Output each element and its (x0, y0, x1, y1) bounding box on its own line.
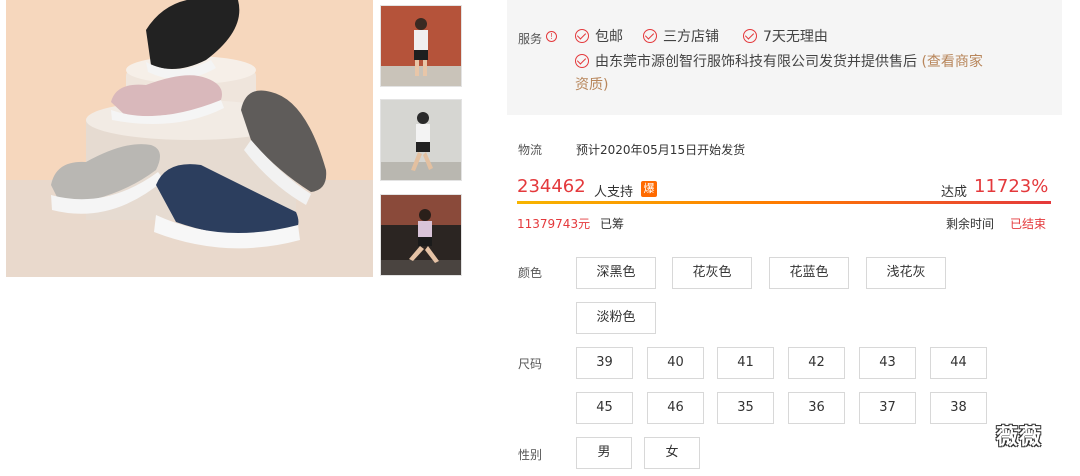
size-option[interactable]: 39 (576, 347, 633, 379)
remaining-time-value: 已结束 (1010, 217, 1047, 231)
seller-qualification-link-cont[interactable]: 资质) (575, 74, 608, 94)
color-option[interactable]: 花灰色 (672, 257, 752, 289)
color-option[interactable]: 花蓝色 (769, 257, 849, 289)
reach-percent: 11723% (974, 176, 1049, 197)
check-circle-icon (743, 29, 757, 43)
color-label: 颜色 (518, 266, 543, 280)
funding-progress-bar (517, 201, 1051, 204)
remaining-time-label: 剩余时间 (946, 217, 995, 231)
watermark: 薇薇 (996, 425, 1043, 450)
check-circle-icon (643, 29, 657, 43)
color-option[interactable]: 浅花灰 (866, 257, 946, 289)
service-seller-info: 由东莞市源创智行服饰科技有限公司发货并提供售后 (查看商家 (575, 51, 983, 71)
supporter-count: 234462 (517, 176, 586, 197)
service-label: 服务 (518, 32, 543, 46)
size-option[interactable]: 43 (859, 347, 916, 379)
size-option[interactable]: 37 (859, 392, 916, 424)
raised-amount: 11379743元 (517, 217, 591, 231)
check-circle-icon (575, 54, 589, 68)
size-option[interactable]: 35 (717, 392, 774, 424)
thumbnail-3[interactable] (380, 194, 462, 276)
thumbnail-2[interactable] (380, 99, 462, 181)
logistics-label: 物流 (518, 143, 543, 157)
hot-badge: 爆 (641, 181, 657, 197)
thumbnail-1[interactable] (380, 5, 462, 87)
size-option[interactable]: 46 (647, 392, 704, 424)
size-label: 尺码 (518, 357, 543, 371)
size-option[interactable]: 45 (576, 392, 633, 424)
service-7-day-return: 7天无理由 (743, 26, 828, 46)
gender-option[interactable]: 女 (644, 437, 700, 469)
color-option[interactable]: 深黑色 (576, 257, 656, 289)
funding-progress-fill (517, 201, 1051, 204)
gender-label: 性别 (518, 448, 543, 462)
size-option[interactable]: 38 (930, 392, 987, 424)
service-box: 服务 ! 包邮 三方店铺 7天无理由 由东莞市源创智行服饰科技有限公司发货并提供… (507, 0, 1062, 115)
seller-qualification-link[interactable]: (查看商家 (921, 54, 982, 70)
service-third-party-store: 三方店铺 (643, 26, 719, 46)
check-circle-icon (575, 29, 589, 43)
gender-option[interactable]: 男 (576, 437, 632, 469)
size-option[interactable]: 36 (788, 392, 845, 424)
supporter-label: 人支持 (594, 185, 634, 200)
size-option[interactable]: 41 (717, 347, 774, 379)
size-option[interactable]: 42 (788, 347, 845, 379)
logistics-value: 预计2020年05月15日开始发货 (576, 143, 746, 157)
size-option[interactable]: 40 (647, 347, 704, 379)
product-main-image (6, 0, 373, 277)
color-option[interactable]: 淡粉色 (576, 302, 656, 334)
size-option[interactable]: 44 (930, 347, 987, 379)
reach-label: 达成 (941, 185, 968, 200)
raised-label: 已筹 (600, 217, 625, 231)
service-free-shipping: 包邮 (575, 26, 623, 46)
info-icon[interactable]: ! (546, 31, 557, 42)
